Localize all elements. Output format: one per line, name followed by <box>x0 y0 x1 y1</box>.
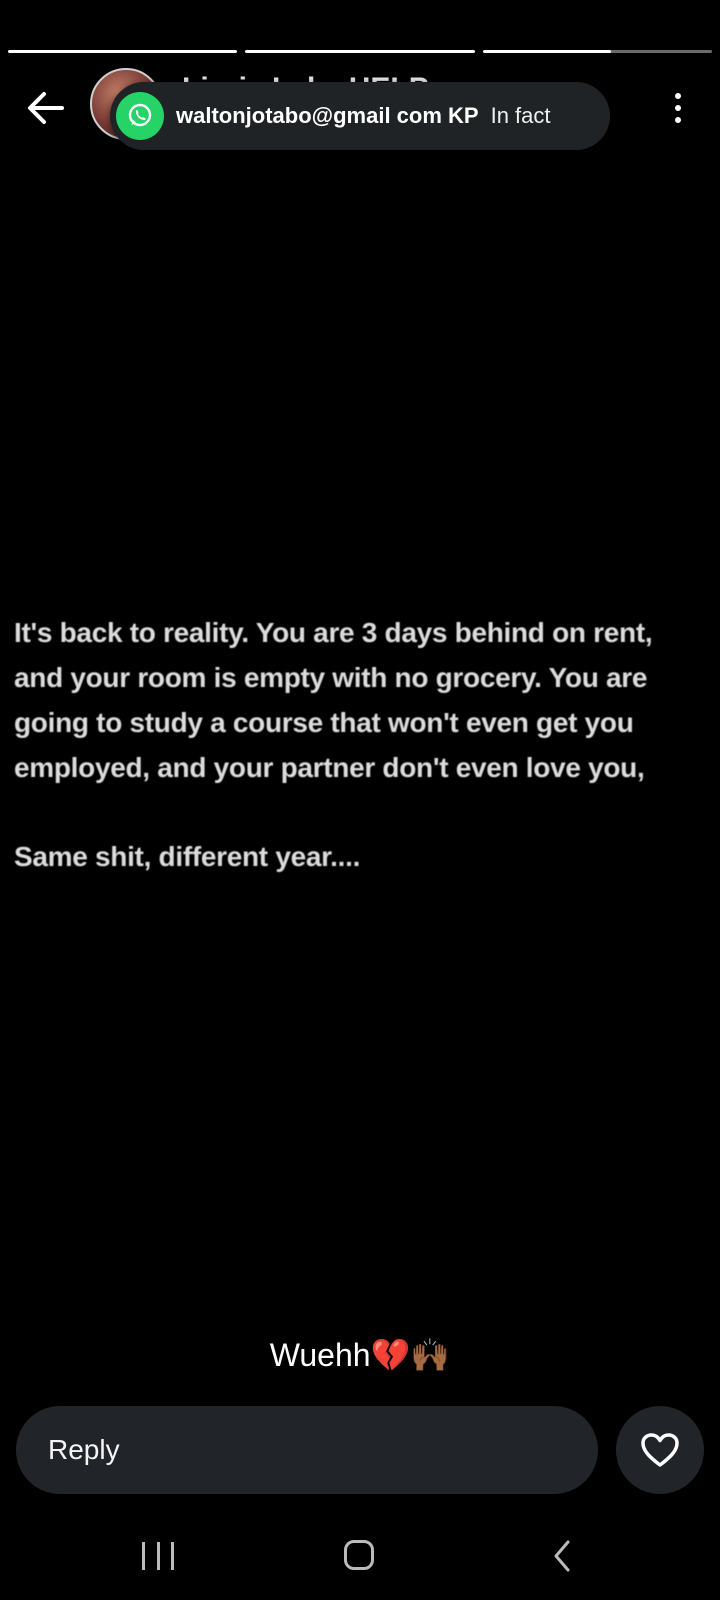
back-button[interactable] <box>24 86 68 130</box>
heart-icon <box>641 1433 679 1467</box>
recents-icon <box>142 1542 145 1570</box>
system-navigation-bar <box>0 1520 720 1588</box>
reply-field[interactable] <box>16 1406 598 1494</box>
notification-toast[interactable]: waltonjotabo@gmail com KP In fact <box>110 82 610 150</box>
story-progress <box>8 50 712 54</box>
home-button[interactable] <box>344 1540 374 1570</box>
progress-fill <box>245 50 475 53</box>
story-paragraph: It's back to reality. You are 3 days beh… <box>14 617 653 783</box>
reply-input[interactable] <box>46 1433 570 1467</box>
like-button[interactable] <box>616 1406 704 1494</box>
story-text: It's back to reality. You are 3 days beh… <box>14 610 704 879</box>
story-paragraph: Same shit, different year.... <box>14 841 361 872</box>
chevron-left-icon <box>554 1540 570 1572</box>
story-caption: Wuehh💔🙌🏾 <box>269 1337 451 1373</box>
arrow-left-icon <box>28 92 64 124</box>
more-vertical-icon <box>675 93 681 99</box>
notification-sender: waltonjotabo@gmail com KP <box>176 103 479 128</box>
more-vertical-icon <box>675 105 681 111</box>
story-progress-segment <box>482 50 712 53</box>
system-back-button[interactable] <box>550 1538 574 1574</box>
recents-button[interactable] <box>142 1542 174 1570</box>
progress-fill <box>482 50 612 53</box>
recents-icon <box>156 1542 160 1570</box>
story-progress-segment <box>8 50 238 53</box>
recents-icon <box>171 1542 174 1570</box>
progress-fill <box>8 50 238 53</box>
more-options-button[interactable] <box>666 88 690 128</box>
whatsapp-icon <box>116 92 164 140</box>
notification-message: In fact <box>490 103 551 128</box>
more-vertical-icon <box>675 117 681 123</box>
story-progress-segment <box>245 50 475 53</box>
